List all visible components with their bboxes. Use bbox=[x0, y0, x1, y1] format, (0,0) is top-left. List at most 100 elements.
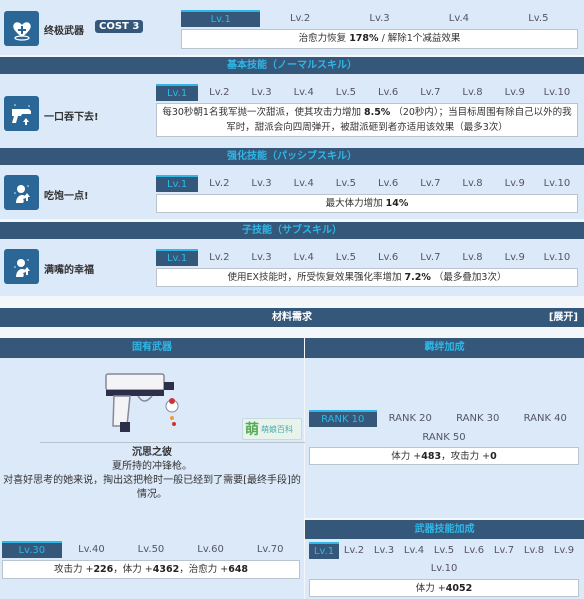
basic-skill-tab-lv-3[interactable]: Lv.3 bbox=[240, 84, 282, 101]
weapon-skill-tab-lv-7[interactable]: Lv.7 bbox=[489, 542, 519, 559]
bond-rank-tabs-row1: RANK 10 RANK 20 RANK 30 RANK 40 bbox=[309, 410, 579, 427]
sub-skill-tab-lv-2[interactable]: Lv.2 bbox=[198, 249, 240, 266]
unique-weapon-panel: 萌 萌娘百科 沉思之彼 夏所持的冲锋枪。 对喜好思考的她来说，掏出这把枪时一般已… bbox=[0, 358, 305, 599]
materials-title: 材料需求 bbox=[272, 312, 312, 323]
basic-skill-tab-lv-10[interactable]: Lv.10 bbox=[536, 84, 578, 101]
stat-label: 体力 + bbox=[391, 451, 422, 462]
weapon-level-tab-lv-30[interactable]: Lv.30 bbox=[2, 541, 62, 558]
enhanced-skill-tab-lv-3[interactable]: Lv.3 bbox=[240, 175, 282, 192]
materials-header: 材料需求 [展开] bbox=[0, 308, 584, 327]
basic-skill-tab-lv-9[interactable]: Lv.9 bbox=[494, 84, 536, 101]
sub-skill-tab-lv-4[interactable]: Lv.4 bbox=[283, 249, 325, 266]
stat-value: 226 bbox=[93, 564, 114, 575]
stat-label: ，体力 + bbox=[113, 564, 153, 575]
weapon-name: 沉思之彼 bbox=[132, 447, 172, 458]
weapon-desc-line1: 夏所持的冲锋枪。 bbox=[112, 461, 192, 472]
sub-skill-tab-lv-3[interactable]: Lv.3 bbox=[240, 249, 282, 266]
basic-skill-tab-lv-5[interactable]: Lv.5 bbox=[325, 84, 367, 101]
bond-rank-tab-rank-50[interactable]: RANK 50 bbox=[410, 429, 478, 446]
character-buff-icon bbox=[4, 175, 39, 210]
weapon-skill-tab-lv-10[interactable]: Lv.10 bbox=[429, 560, 459, 577]
expand-button[interactable]: [展开] bbox=[549, 308, 578, 327]
cost-badge: COST 3 bbox=[95, 20, 144, 33]
ultimate-weapon-description: 治愈力恢复 178% / 解除1个减益效果 bbox=[181, 29, 578, 49]
enhanced-skill-tab-lv-8[interactable]: Lv.8 bbox=[451, 175, 493, 192]
bond-rank-tab-rank-40[interactable]: RANK 40 bbox=[512, 410, 580, 427]
weapon-skill-tabs-row2: Lv.10 bbox=[309, 560, 579, 577]
sub-skill-row: 满嘴的幸福 Lv.1 Lv.2 Lv.3 Lv.4 Lv.5 Lv.6 Lv.7 Lv.8 Lv… bbox=[0, 239, 584, 296]
sub-skill-tab-lv-6[interactable]: Lv.6 bbox=[367, 249, 409, 266]
basic-skill-tab-lv-4[interactable]: Lv.4 bbox=[283, 84, 325, 101]
weapon-skill-tab-lv-3[interactable]: Lv.3 bbox=[369, 542, 399, 559]
basic-skill-tab-lv-7[interactable]: Lv.7 bbox=[409, 84, 451, 101]
weapon-level-tabs: Lv.30 Lv.40 Lv.50 Lv.60 Lv.70 bbox=[2, 541, 300, 558]
weapon-desc-line2: 对喜好思考的她来说，掏出这把枪时一般已经到了需要[最终手段]的情况。 bbox=[3, 475, 301, 500]
basic-skill-tab-lv-2[interactable]: Lv.2 bbox=[198, 84, 240, 101]
basic-skill-name: 一口吞下去! bbox=[44, 112, 99, 123]
enhanced-skill-tab-lv-1[interactable]: Lv.1 bbox=[156, 175, 199, 192]
basic-skill-row: 一口吞下去! Lv.1 Lv.2 Lv.3 Lv.4 Lv.5 Lv.6 Lv.7 Lv.8 L… bbox=[0, 74, 584, 148]
ultimate-weapon-level-tabs: Lv.1 Lv.2 Lv.3 Lv.4 Lv.5 bbox=[181, 10, 578, 27]
enhanced-skill-tab-lv-4[interactable]: Lv.4 bbox=[283, 175, 325, 192]
stat-label: 体力 + bbox=[415, 583, 446, 594]
weapon-level-tab-lv-40[interactable]: Lv.40 bbox=[62, 541, 122, 558]
bond-bonus-panel: RANK 10 RANK 20 RANK 30 RANK 40 RANK 50 体力 … bbox=[305, 358, 584, 518]
stat-value: 4052 bbox=[445, 583, 473, 594]
ultimate-weapon-tab-lv-4[interactable]: Lv.4 bbox=[419, 10, 498, 27]
bond-rank-tab-rank-20[interactable]: RANK 20 bbox=[377, 410, 445, 427]
enhanced-skill-header: 强化技能（パッシブスキル） bbox=[0, 148, 584, 165]
stat-label: 攻击力 + bbox=[53, 564, 94, 575]
weapon-skill-stats: 体力 +4052 bbox=[309, 579, 579, 597]
weapon-skill-tab-lv-5[interactable]: Lv.5 bbox=[429, 542, 459, 559]
sub-skill-tab-lv-7[interactable]: Lv.7 bbox=[409, 249, 451, 266]
sub-skill-level-tabs: Lv.1 Lv.2 Lv.3 Lv.4 Lv.5 Lv.6 Lv.7 Lv.8 Lv.9 Lv.1… bbox=[156, 249, 578, 266]
basic-skill-level-tabs: Lv.1 Lv.2 Lv.3 Lv.4 Lv.5 Lv.6 Lv.7 Lv.8 Lv.9 Lv.1… bbox=[156, 84, 578, 101]
stat-value: 483 bbox=[421, 451, 442, 462]
weapon-skill-tab-lv-1[interactable]: Lv.1 bbox=[309, 542, 339, 559]
sub-skill-name: 满嘴的幸福 bbox=[44, 265, 94, 276]
enhanced-skill-tab-lv-2[interactable]: Lv.2 bbox=[198, 175, 240, 192]
stat-value: 648 bbox=[228, 564, 249, 575]
sub-skill-tab-lv-10[interactable]: Lv.10 bbox=[536, 249, 578, 266]
basic-skill-tab-lv-1[interactable]: Lv.1 bbox=[156, 84, 199, 101]
ultimate-weapon-tab-lv-1[interactable]: Lv.1 bbox=[181, 10, 261, 27]
basic-skill-tab-lv-8[interactable]: Lv.8 bbox=[451, 84, 493, 101]
ultimate-weapon-label: 终极武器 bbox=[44, 26, 84, 37]
sub-skill-tab-lv-5[interactable]: Lv.5 bbox=[325, 249, 367, 266]
sub-skill-tab-lv-8[interactable]: Lv.8 bbox=[451, 249, 493, 266]
ultimate-weapon-row: 终极武器 COST 3 Lv.1 Lv.2 Lv.3 Lv.4 Lv.5 治愈力恢复 1… bbox=[0, 0, 584, 55]
weapon-skill-bonus-header: 武器技能加成 bbox=[305, 520, 584, 539]
bond-bonus-header: 羁绊加成 bbox=[305, 338, 584, 358]
sub-skill-tab-lv-9[interactable]: Lv.9 bbox=[494, 249, 536, 266]
enhanced-skill-description: 最大体力增加 14% bbox=[156, 194, 578, 213]
enhanced-skill-level-tabs: Lv.1 Lv.2 Lv.3 Lv.4 Lv.5 Lv.6 Lv.7 Lv.8 Lv.9 Lv.1… bbox=[156, 175, 578, 192]
ultimate-weapon-tab-lv-3[interactable]: Lv.3 bbox=[340, 10, 419, 27]
basic-skill-header: 基本技能（ノーマルスキル） bbox=[0, 57, 584, 74]
sub-skill-description: 使用EX技能时，所受恢复效果强化率增加 7.2% （最多叠加3次） bbox=[156, 268, 578, 287]
weapon-skill-tab-lv-9[interactable]: Lv.9 bbox=[549, 542, 579, 559]
enhanced-skill-row: 吃饱一点! Lv.1 Lv.2 Lv.3 Lv.4 Lv.5 Lv.6 Lv.7 Lv.8 Lv… bbox=[0, 165, 584, 219]
weapon-level-tab-lv-60[interactable]: Lv.60 bbox=[181, 541, 241, 558]
enhanced-skill-tab-lv-9[interactable]: Lv.9 bbox=[494, 175, 536, 192]
sub-skill-header: 子技能（サブスキル） bbox=[0, 222, 584, 239]
weapon-level-tab-lv-70[interactable]: Lv.70 bbox=[240, 541, 300, 558]
watermark-logo: 萌 萌娘百科 bbox=[242, 418, 302, 440]
weapon-skill-tabs-row1: Lv.1 Lv.2 Lv.3 Lv.4 Lv.5 Lv.6 Lv.7 Lv.8 Lv.9 bbox=[309, 542, 579, 559]
weapon-divider bbox=[40, 442, 305, 443]
enhanced-skill-tab-lv-5[interactable]: Lv.5 bbox=[325, 175, 367, 192]
enhanced-skill-tab-lv-6[interactable]: Lv.6 bbox=[367, 175, 409, 192]
ultimate-weapon-tab-lv-2[interactable]: Lv.2 bbox=[260, 10, 339, 27]
bond-rank-tab-rank-10[interactable]: RANK 10 bbox=[309, 410, 377, 427]
basic-skill-tab-lv-6[interactable]: Lv.6 bbox=[367, 84, 409, 101]
enhanced-skill-tab-lv-10[interactable]: Lv.10 bbox=[536, 175, 578, 192]
weapon-skill-tab-lv-4[interactable]: Lv.4 bbox=[399, 542, 429, 559]
bond-rank-tab-rank-30[interactable]: RANK 30 bbox=[444, 410, 512, 427]
bond-rank-tabs-row2: RANK 50 bbox=[309, 429, 579, 446]
weapon-skill-tab-lv-8[interactable]: Lv.8 bbox=[519, 542, 549, 559]
enhanced-skill-tab-lv-7[interactable]: Lv.7 bbox=[409, 175, 451, 192]
weapon-skill-tab-lv-2[interactable]: Lv.2 bbox=[339, 542, 369, 559]
sub-skill-tab-lv-1[interactable]: Lv.1 bbox=[156, 249, 199, 266]
weapon-skill-tab-lv-6[interactable]: Lv.6 bbox=[459, 542, 489, 559]
ultimate-weapon-tab-lv-5[interactable]: Lv.5 bbox=[499, 10, 578, 27]
weapon-level-tab-lv-50[interactable]: Lv.50 bbox=[121, 541, 181, 558]
